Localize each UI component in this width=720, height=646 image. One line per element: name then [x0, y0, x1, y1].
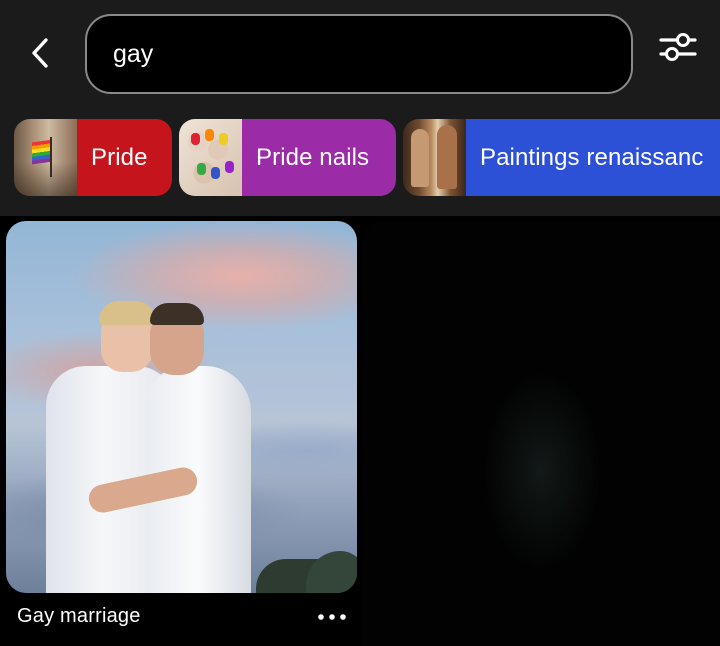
search-results-page: Pride Pride nails Paintings renaissanc: [0, 0, 720, 646]
chip-pride-nails[interactable]: Pride nails: [179, 119, 396, 196]
flag-pole: [50, 137, 52, 177]
rainbow-flag-icon: [32, 139, 52, 165]
chip-label: Pride nails: [242, 119, 396, 196]
more-options-button[interactable]: [312, 602, 352, 632]
nail-mark: [205, 129, 214, 141]
pin-image[interactable]: [6, 221, 357, 593]
results-grid: Gay marriage: [0, 216, 720, 646]
nail-mark: [191, 133, 200, 145]
painting-figure: [411, 129, 429, 187]
chip-label: Pride: [77, 119, 172, 196]
nail-mark: [197, 163, 206, 175]
sliders-icon: [658, 30, 698, 69]
dark-figure: [482, 371, 602, 571]
top-bar: [0, 0, 720, 110]
chip-pride[interactable]: Pride: [14, 119, 172, 196]
nail-mark: [225, 161, 234, 173]
person-left-hair: [99, 301, 155, 325]
pin-image-dark[interactable]: [362, 221, 720, 646]
chip-thumbnail: [179, 119, 242, 196]
search-bar[interactable]: [85, 14, 633, 94]
back-button[interactable]: [18, 32, 64, 78]
tree-silhouette: [306, 551, 357, 593]
pin-title[interactable]: Gay marriage: [17, 605, 141, 628]
chip-label: Paintings renaissanc: [466, 119, 720, 196]
suggestion-chips: Pride Pride nails Paintings renaissanc: [0, 110, 720, 216]
chip-paintings-renaissance[interactable]: Paintings renaissanc: [403, 119, 720, 196]
person-right-hair: [150, 303, 204, 325]
nail-mark: [219, 133, 228, 145]
nail-mark: [211, 167, 220, 179]
ellipsis-icon: [317, 608, 347, 626]
chip-thumbnail: [403, 119, 466, 196]
search-input[interactable]: [113, 39, 593, 69]
chip-thumbnail: [14, 119, 77, 196]
filter-button[interactable]: [652, 26, 704, 72]
painting-figure: [437, 125, 457, 189]
chevron-left-icon: [28, 36, 54, 75]
